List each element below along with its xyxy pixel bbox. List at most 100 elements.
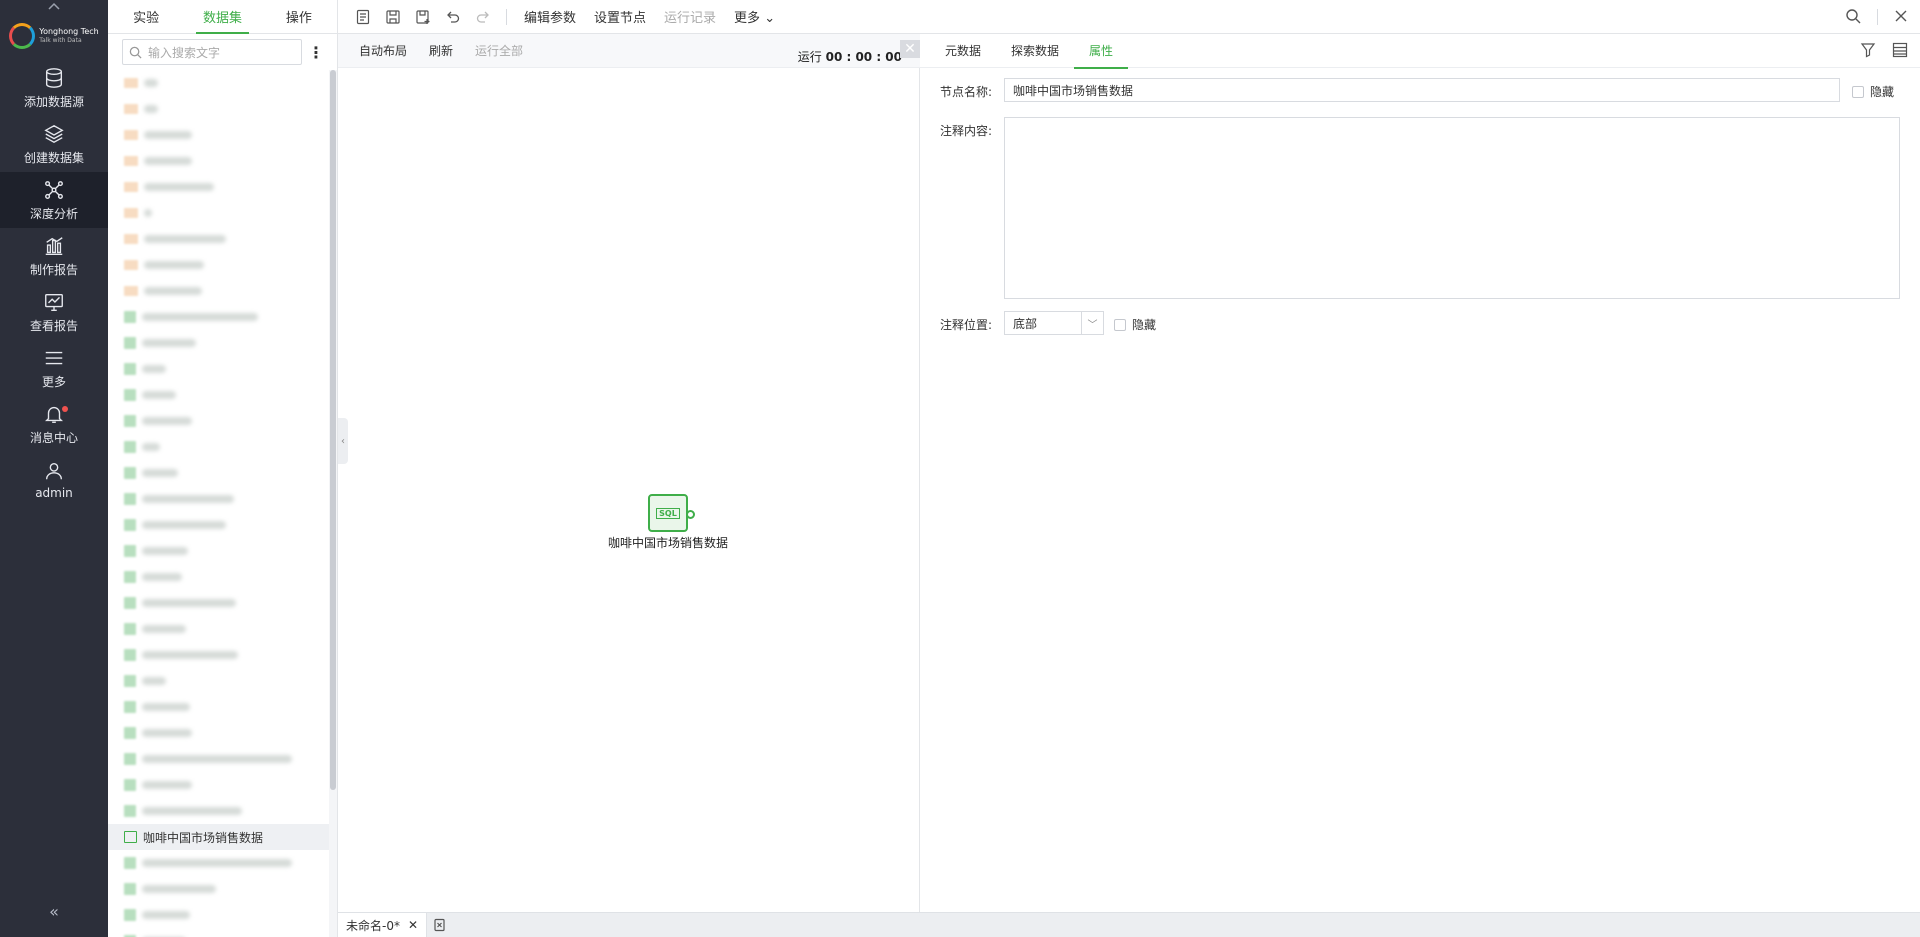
list-item[interactable] [108,434,330,460]
nav-collapse-up-icon[interactable] [0,0,108,12]
dataset-node[interactable]: SQL 咖啡中国市场销售数据 [608,494,728,550]
nav-item-user[interactable]: admin [0,452,108,508]
run-history-button[interactable]: 运行记录 [657,7,723,26]
tab-operation[interactable]: 操作 [261,0,337,33]
run-all-button[interactable]: 运行全部 [464,42,534,59]
hide-comment-checkbox[interactable]: 隐藏 [1114,311,1156,333]
list-item[interactable] [108,720,330,746]
list-item[interactable] [108,850,330,876]
node-output-port[interactable] [686,510,695,519]
list-item[interactable] [108,616,330,642]
toolbar-divider [506,8,507,25]
list-item[interactable] [108,928,330,937]
list-item[interactable] [108,122,330,148]
list-item[interactable] [108,798,330,824]
list-item-selected[interactable]: 咖啡中国市场销售数据 [108,824,330,850]
user-icon [45,462,63,480]
hide-name-checkbox[interactable]: 隐藏 [1852,78,1894,100]
close-icon[interactable] [1894,9,1908,26]
list-item[interactable] [108,330,330,356]
run-timer: 运行 00 : 00 : 00 [798,48,902,65]
list-item[interactable] [108,902,330,928]
filter-icon[interactable] [1860,42,1876,61]
tab-explore-data[interactable]: 探索数据 [996,34,1074,68]
nav-item-make-report[interactable]: 制作报告 [0,228,108,284]
tab-properties[interactable]: 属性 [1074,34,1129,69]
document-tab[interactable]: 未命名-0* ✕ [338,912,428,937]
list-item[interactable] [108,278,330,304]
top-toolbar: 编辑参数 设置节点 运行记录 更多 ⌄ [338,0,1920,34]
list-item[interactable] [108,668,330,694]
list-item[interactable] [108,590,330,616]
comment-textarea[interactable] [1004,117,1900,299]
nav-item-message-center[interactable]: 消息中心 [0,396,108,452]
nav-item-view-report[interactable]: 查看报告 [0,284,108,340]
new-file-icon[interactable] [350,4,376,30]
node-label: 咖啡中国市场销售数据 [608,536,729,550]
list-item[interactable] [108,460,330,486]
nav-label: 创建数据集 [23,150,84,165]
dataset-icon [124,857,136,869]
list-item[interactable] [108,382,330,408]
folder-icon [124,104,138,114]
save-icon[interactable] [380,4,406,30]
list-item[interactable] [108,772,330,798]
search-icon[interactable] [1845,8,1861,27]
undo-icon[interactable] [440,4,466,30]
list-item[interactable] [108,226,330,252]
edit-params-button[interactable]: 编辑参数 [517,7,583,26]
dataset-icon [124,337,136,349]
list-item[interactable] [108,694,330,720]
nav-item-add-datasource[interactable]: 添加数据源 [0,60,108,116]
dataset-scrollbar[interactable] [329,70,337,937]
set-node-button[interactable]: 设置节点 [587,7,653,26]
properties-panel: 元数据 探索数据 属性 节点名称: 咖啡中国市场销售数据 隐藏 注释内容: 注释… [920,34,1920,912]
more-menu-button[interactable]: 更多 ⌄ [727,7,782,26]
tab-metadata[interactable]: 元数据 [930,34,996,68]
auto-layout-button[interactable]: 自动布局 [348,42,418,59]
refresh-button[interactable]: 刷新 [418,42,464,59]
tab-experiment[interactable]: 实验 [108,0,184,33]
list-item[interactable] [108,512,330,538]
list-item[interactable] [108,746,330,772]
comment-position-select[interactable]: 底部 ﹀ [1004,311,1104,335]
dataset-search-input[interactable]: 输入搜索文字 [122,39,302,65]
scrollbar-thumb[interactable] [330,70,336,790]
close-canvas-icon[interactable]: ✕ [900,40,920,58]
list-item[interactable] [108,70,330,96]
list-item[interactable] [108,96,330,122]
dataset-icon [124,727,136,739]
list-item[interactable] [108,252,330,278]
list-item[interactable] [108,876,330,902]
list-item[interactable] [108,304,330,330]
list-item[interactable] [108,408,330,434]
list-item[interactable] [108,174,330,200]
collapse-nav-icon[interactable]: « [0,902,108,921]
list-item[interactable] [108,148,330,174]
logo-tagline: Talk with Data [39,37,82,44]
collapse-panel-handle[interactable]: ‹ [338,418,348,464]
list-view-icon[interactable] [1892,42,1908,61]
nav-item-create-dataset[interactable]: 创建数据集 [0,116,108,172]
list-item[interactable] [108,564,330,590]
redo-icon[interactable] [470,4,496,30]
list-item[interactable] [108,486,330,512]
node-name-input[interactable]: 咖啡中国市场销售数据 [1004,78,1840,102]
run-timer-label: 运行 [797,50,822,64]
nav-item-deep-analysis[interactable]: 深度分析 [0,172,108,228]
properties-icons [1860,34,1908,68]
more-options-icon[interactable]: ⋮ [308,43,324,62]
list-item[interactable] [108,356,330,382]
list-item[interactable] [108,642,330,668]
dataset-icon [124,519,136,531]
close-tab-icon[interactable]: ✕ [408,918,418,932]
list-item[interactable] [108,538,330,564]
save-as-icon[interactable] [410,4,436,30]
nav-item-more[interactable]: 更多 [0,340,108,396]
tab-dataset[interactable]: 数据集 [184,0,260,34]
new-document-icon[interactable] [427,913,453,937]
properties-tabs: 元数据 探索数据 属性 [920,34,1920,69]
menu-icon [45,351,63,364]
analysis-canvas[interactable]: ‹ SQL 咖啡中国市场销售数据 [338,68,920,912]
list-item[interactable] [108,200,330,226]
